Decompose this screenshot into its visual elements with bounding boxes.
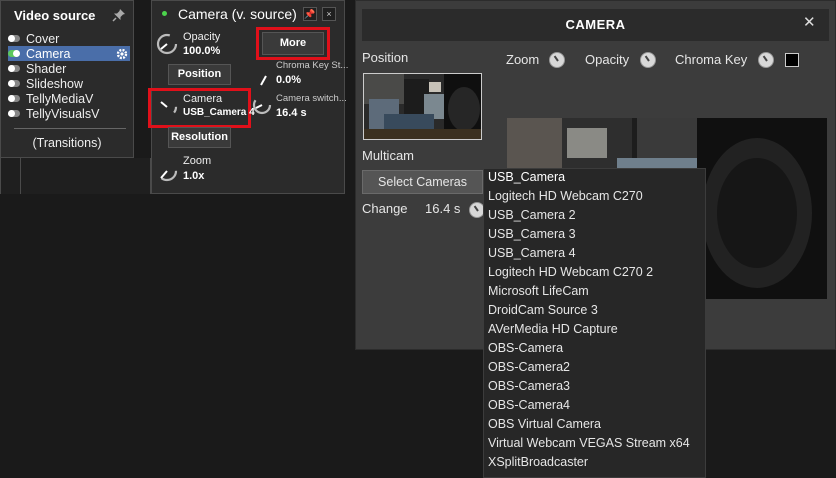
timeline-strip	[0, 158, 150, 194]
toggle-icon[interactable]	[8, 110, 20, 117]
camera-option[interactable]: OBS-Camera3	[488, 377, 703, 396]
source-item-slideshow[interactable]: Slideshow	[8, 76, 130, 91]
change-value: 16.4 s	[425, 201, 461, 216]
position-button[interactable]: Position	[168, 64, 231, 85]
source-item-label: TellyVisualsV	[26, 106, 100, 121]
camera-option[interactable]: USB_Camera 2	[488, 206, 703, 225]
active-indicator-icon	[162, 11, 167, 16]
camera-value: USB_Camera 4	[183, 107, 255, 118]
camera-option[interactable]: Logitech HD Webcam C270 2	[488, 263, 703, 282]
camera-switch-label: Camera switch...	[276, 93, 347, 104]
toggle-icon[interactable]	[8, 65, 20, 72]
chroma-color-swatch[interactable]	[785, 53, 799, 67]
pin-panel-button[interactable]: 📌	[303, 7, 317, 21]
close-panel-button[interactable]: ×	[322, 7, 336, 21]
toggle-icon[interactable]	[8, 35, 20, 42]
close-icon[interactable]: ✕	[803, 15, 817, 30]
zoom-dialog-label: Zoom	[506, 52, 540, 67]
chroma-key-label: Chroma Key St...	[276, 60, 349, 71]
camera-option[interactable]: Microsoft LifeCam	[488, 282, 703, 301]
camera-option[interactable]: DroidCam Source 3	[488, 301, 703, 320]
gear-icon[interactable]	[116, 48, 128, 60]
chroma-dial-icon[interactable]	[758, 52, 774, 68]
resolution-button[interactable]: Resolution	[168, 127, 231, 148]
change-label: Change	[362, 201, 408, 216]
camera-switch-knob-icon[interactable]	[252, 94, 272, 116]
camera-option[interactable]: OBS-Camera	[488, 339, 703, 358]
source-item-shader[interactable]: Shader	[8, 61, 130, 76]
opacity-label: Opacity	[183, 31, 221, 43]
transitions-item[interactable]: (Transitions)	[0, 136, 134, 150]
camera-option[interactable]: USB_Camera 3	[488, 225, 703, 244]
source-item-cover[interactable]: Cover	[8, 31, 130, 46]
camera-option[interactable]: Logitech HD Webcam C270	[488, 187, 703, 206]
opacity-value: 100.0%	[183, 45, 221, 57]
source-item-label: Shader	[26, 61, 67, 76]
multicam-label: Multicam	[362, 148, 415, 163]
source-item-label: Cover	[26, 31, 60, 46]
camera-panel-title: Camera (v. source)	[178, 6, 297, 22]
source-item-camera[interactable]: Camera	[8, 46, 130, 61]
camera-option[interactable]: OBS-Camera2	[488, 358, 703, 377]
camera-label: Camera	[183, 93, 223, 105]
opacity-dial-icon[interactable]	[640, 52, 656, 68]
camera-option[interactable]: OBS Virtual Camera	[488, 415, 703, 434]
dialog-title: CAMERA	[565, 17, 626, 32]
source-item-label: Slideshow	[26, 76, 83, 91]
camera-switch-value: 16.4 s	[276, 107, 307, 119]
zoom-knob-icon[interactable]	[156, 158, 178, 184]
chroma-key-dialog-label: Chroma Key	[675, 52, 748, 67]
camera-knob-icon[interactable]	[156, 96, 178, 118]
divider	[14, 128, 126, 129]
position-thumbnail[interactable]	[363, 73, 482, 140]
position-label: Position	[362, 50, 409, 65]
chroma-key-value: 0.0%	[276, 74, 302, 86]
opacity-dialog-label: Opacity	[585, 52, 630, 67]
toggle-icon[interactable]	[8, 95, 20, 102]
pin-icon[interactable]	[112, 8, 126, 22]
zoom-value: 1.0x	[183, 170, 205, 182]
source-item-tellyvisualsv[interactable]: TellyVisualsV	[8, 106, 130, 121]
camera-option[interactable]: OBS-Camera4	[488, 396, 703, 415]
source-item-label: TellyMediaV	[26, 91, 94, 106]
camera-option[interactable]: XSplitBroadcaster	[488, 453, 703, 472]
camera-option[interactable]: USB_Camera	[488, 168, 703, 187]
select-cameras-button[interactable]: Select Cameras	[362, 170, 483, 194]
camera-option[interactable]: AVerMedia HD Capture	[488, 320, 703, 339]
toggle-icon[interactable]	[8, 50, 20, 57]
video-source-title: Video source	[14, 8, 96, 23]
chroma-knob-icon[interactable]	[255, 66, 269, 88]
camera-option[interactable]: Virtual Webcam VEGAS Stream x64	[488, 434, 703, 453]
more-button[interactable]: More	[262, 32, 324, 55]
zoom-dial-icon[interactable]	[549, 52, 565, 68]
divider	[20, 158, 21, 194]
toggle-icon[interactable]	[8, 80, 20, 87]
camera-option[interactable]: USB_Camera 4	[488, 244, 703, 263]
source-item-label: Camera	[26, 46, 71, 61]
opacity-knob-icon[interactable]	[156, 33, 178, 55]
divider	[0, 158, 1, 194]
zoom-label: Zoom	[183, 155, 212, 167]
source-item-tellymediav[interactable]: TellyMediaV	[8, 91, 130, 106]
